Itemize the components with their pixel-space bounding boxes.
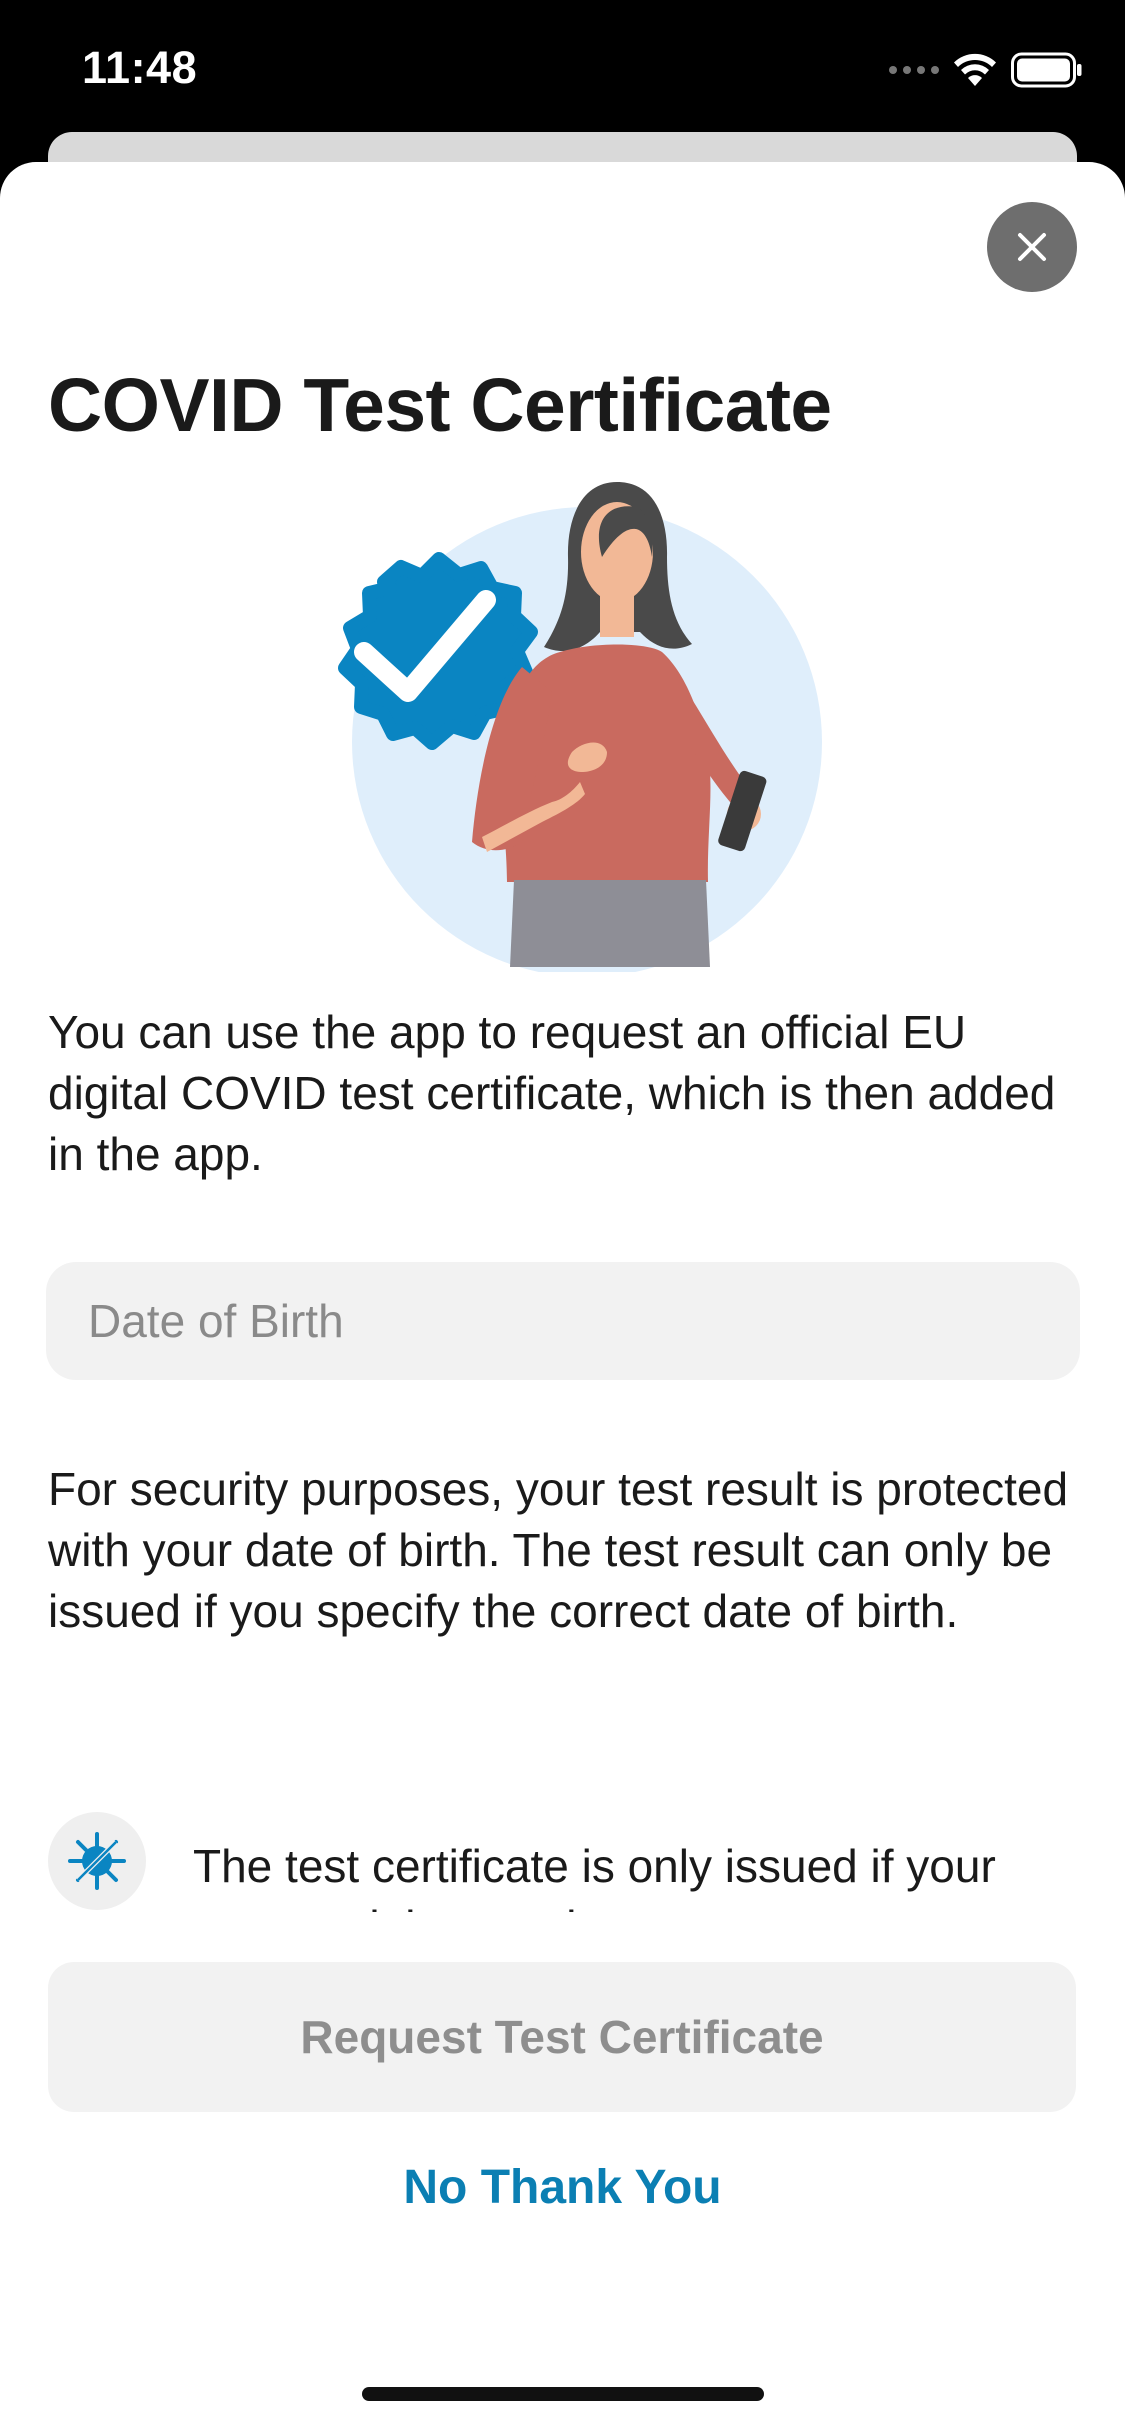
home-indicator xyxy=(362,2387,764,2401)
security-note: For security purposes, your test result … xyxy=(48,1463,1069,1637)
request-certificate-button[interactable]: Request Test Certificate xyxy=(48,1962,1076,2112)
virus-icon xyxy=(68,1832,126,1890)
virus-icon-badge xyxy=(48,1812,146,1910)
date-of-birth-input[interactable] xyxy=(46,1262,1080,1380)
modal-sheet: COVID Test Certificate You can use the a… xyxy=(0,162,1125,2436)
status-icons xyxy=(889,50,1083,90)
status-time: 11:48 xyxy=(82,42,198,93)
close-icon xyxy=(1018,233,1046,261)
wifi-icon xyxy=(954,53,996,86)
cellular-signal-icon xyxy=(889,66,939,74)
intro-text: You can use the app to request an offici… xyxy=(48,1006,1056,1180)
info-item-negative-result: The test certificate is only issued if y… xyxy=(48,1812,1078,1912)
page-title: COVID Test Certificate xyxy=(48,363,832,447)
certificate-illustration xyxy=(338,482,822,972)
status-bar: 11:48 xyxy=(0,0,1125,140)
info-item-text: The test certificate is only issued if y… xyxy=(193,1840,996,1912)
close-button[interactable] xyxy=(987,202,1077,292)
no-thank-you-button[interactable]: No Thank You xyxy=(0,2160,1125,2215)
battery-icon xyxy=(1011,52,1082,88)
